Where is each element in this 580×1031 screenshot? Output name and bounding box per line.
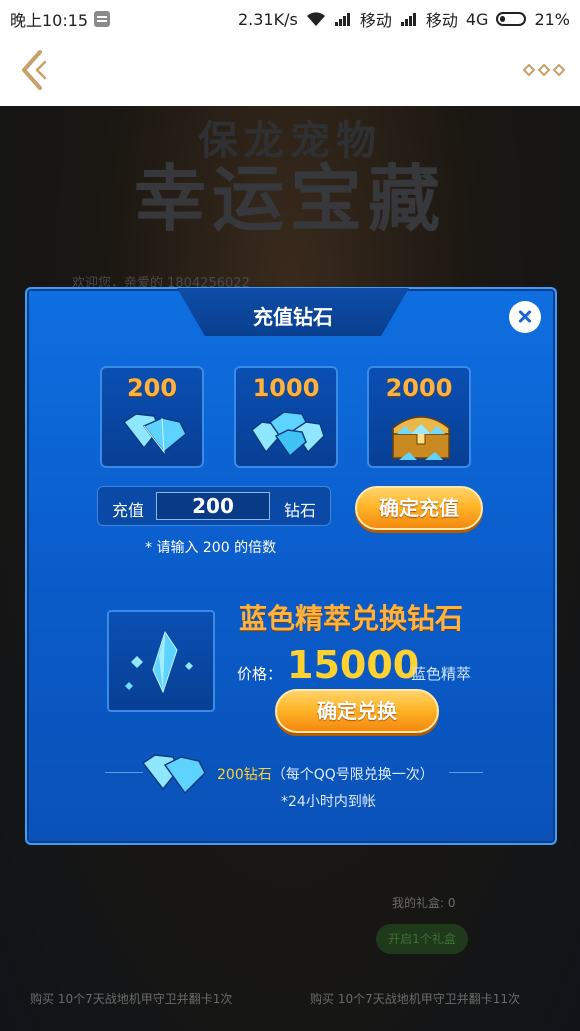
recharge-label: 充值 bbox=[112, 501, 145, 520]
blue-crystal-icon bbox=[125, 630, 193, 694]
background-title-main: 幸运宝藏 bbox=[133, 157, 446, 241]
modal-title: 充值钻石 bbox=[253, 305, 333, 329]
recharge-unit: 钻石 bbox=[283, 501, 316, 520]
carrier-1: 移动 bbox=[359, 11, 392, 30]
price-value: 15000 bbox=[287, 643, 420, 687]
battery-icon bbox=[496, 12, 527, 26]
divider-right bbox=[449, 772, 483, 773]
recharge-row: 充值 200 钻石 bbox=[97, 486, 331, 526]
background-gift-count: 我的礼盒: 0 bbox=[392, 896, 456, 910]
treasure-chest-icon bbox=[392, 416, 450, 460]
diamond-small-icon bbox=[122, 413, 187, 454]
exchange-title: 蓝色精萃兑换钻石 bbox=[239, 602, 464, 635]
option-amount: 200 bbox=[126, 374, 178, 402]
carrier-2: 移动 bbox=[425, 11, 458, 30]
diamond-small-icon bbox=[141, 754, 206, 795]
status-bar: 晚上10:15 2.31K/s 移动 移动 4G 21% bbox=[0, 0, 580, 34]
background-buy-2: 购买 10个7天战地机甲守卫并翻卡11次 bbox=[310, 992, 520, 1006]
option-2000[interactable]: 2000 bbox=[367, 366, 471, 468]
network-speed: 2.31K/s bbox=[237, 9, 298, 29]
chevron-left-icon[interactable] bbox=[14, 48, 54, 92]
exchange-reward: 200钻石 bbox=[217, 767, 272, 783]
confirm-recharge-button[interactable]: 确定充值 bbox=[355, 486, 483, 530]
message-icon bbox=[94, 11, 111, 27]
more-dots-icon[interactable] bbox=[522, 58, 566, 82]
arrival-note: *24小时内到帐 bbox=[281, 794, 376, 810]
battery-level: 21% bbox=[534, 9, 570, 29]
diamond-pile-icon bbox=[251, 411, 325, 458]
close-icon[interactable] bbox=[509, 301, 541, 333]
nav-bar bbox=[0, 34, 580, 106]
signal-icon bbox=[400, 13, 416, 26]
option-200[interactable]: 200 bbox=[100, 366, 204, 468]
confirm-exchange-button[interactable]: 确定兑换 bbox=[275, 689, 439, 733]
network-type: 4G bbox=[465, 9, 489, 29]
price-label: 价格： bbox=[237, 665, 283, 683]
recharge-amount-input[interactable]: 200 bbox=[156, 492, 270, 520]
crystal-tile bbox=[107, 610, 215, 712]
divider-left bbox=[105, 772, 143, 773]
recharge-modal: 充值钻石 200 1000 2000 充值 200 钻石 确定充值 * 请输入 … bbox=[25, 287, 557, 845]
signal-icon bbox=[334, 13, 350, 26]
price-unit: 蓝色精萃 bbox=[411, 665, 472, 683]
option-amount: 1000 bbox=[252, 374, 320, 402]
recharge-hint: * 请输入 200 的倍数 bbox=[145, 540, 277, 556]
exchange-limit-text: 200钻石（每个QQ号限兑换一次） bbox=[217, 764, 434, 784]
clock: 晚上10:15 bbox=[10, 11, 89, 30]
option-amount: 2000 bbox=[385, 374, 453, 402]
exchange-limit: （每个QQ号限兑换一次） bbox=[271, 767, 434, 783]
background-buy-1: 购买 10个7天战地机甲守卫并翻卡1次 bbox=[30, 992, 233, 1006]
option-1000[interactable]: 1000 bbox=[234, 366, 338, 468]
wifi-icon bbox=[306, 12, 325, 26]
background-open-button: 开启1个礼盒 bbox=[376, 924, 468, 954]
